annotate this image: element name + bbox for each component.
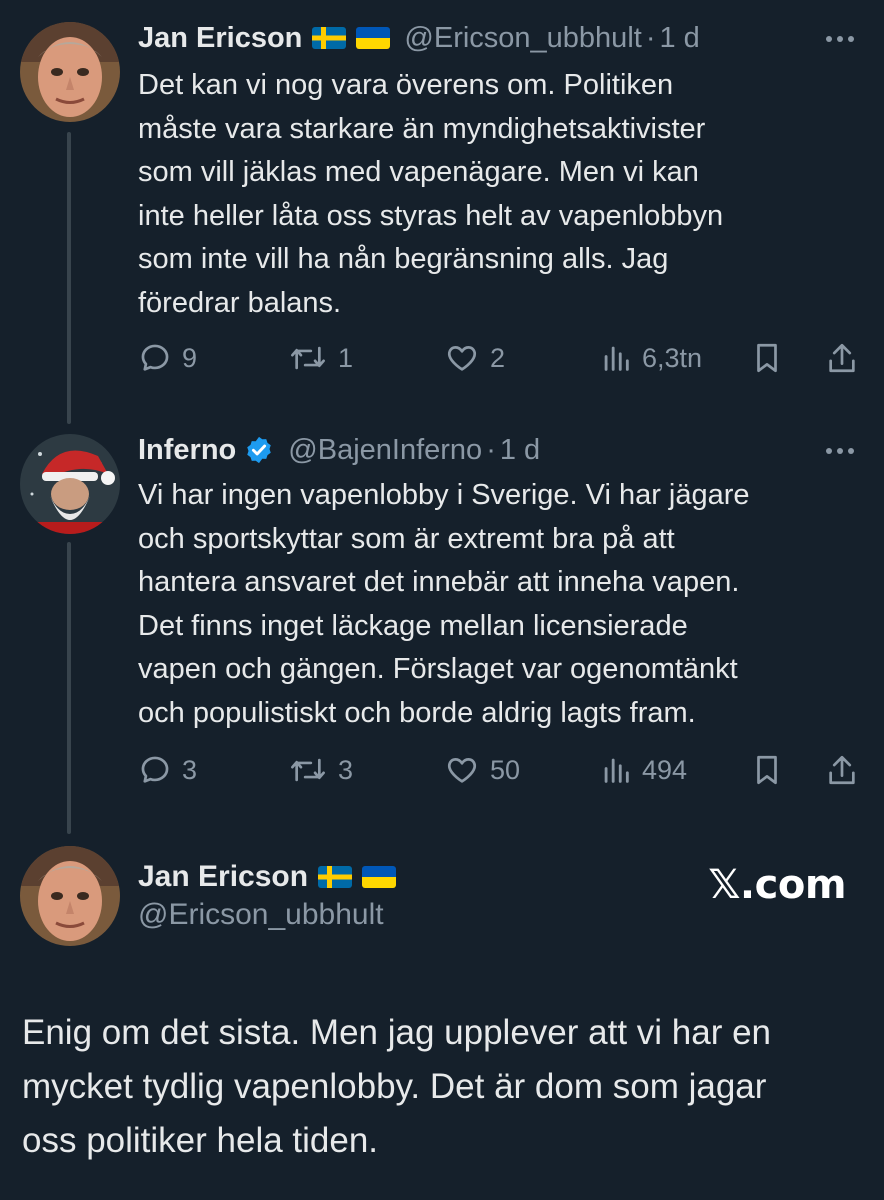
bookmark-button[interactable] [752,750,782,790]
reply-count: 9 [182,342,198,373]
separator-dot: · [645,21,656,54]
action-bar: 9 1 2 6,3tn [138,338,860,378]
retweet-button[interactable]: 1 [288,338,353,378]
action-bar: 3 3 50 494 [138,750,860,790]
tweet-text-line: oss politiker hela tiden. [22,1121,379,1160]
tweet-text-line: mycket tydlig vapenlobby. Det är dom som… [22,1067,767,1106]
author-row: Jan Ericson [138,858,397,896]
author-name[interactable]: Jan Ericson [138,22,302,55]
tweet-text-line: vapen och gängen. Förslaget var ogenomtä… [138,653,738,685]
reply-count: 3 [182,754,198,785]
tweet-text-line: som vill jäklas med vapenägare. Men vi k… [138,156,699,188]
tweet-text-line: och populistiskt och borde aldrig lagts … [138,696,696,729]
like-count: 50 [490,754,521,785]
reply-icon [141,344,169,371]
share-icon [829,755,855,785]
more-icon[interactable] [820,436,860,466]
tweet-text-line: som inte vill ha nån begränsning alls. J… [138,243,669,275]
tweet-header: Inferno @BajenInferno · 1 d [138,432,540,468]
avatar[interactable] [20,846,120,946]
author-handle[interactable]: @Ericson_ubbhult [404,22,641,55]
tweet-text-line: måste vara starkare än myndighetsaktivis… [138,112,706,145]
x-com-logo: 𝕏.com [708,862,846,908]
tweet-text-line: Det finns inget läckage mellan licensier… [138,609,688,642]
retweet-icon [291,758,325,782]
views-button[interactable]: 6,3tn [600,338,702,378]
tweet[interactable]: Inferno @BajenInferno · 1 d Vi har ingen… [0,420,884,840]
author-name[interactable]: Jan Ericson [138,860,308,894]
bookmark-icon [757,343,777,373]
like-button[interactable]: 50 [444,750,520,790]
reply-button[interactable]: 9 [138,338,197,378]
reply-button[interactable]: 3 [138,750,197,790]
avatar[interactable] [20,434,120,534]
views-button[interactable]: 494 [600,750,687,790]
views-icon [604,346,629,371]
share-button[interactable] [826,338,858,378]
retweet-count: 1 [338,342,354,373]
view-count: 494 [642,754,688,785]
tweet-text-line: Det kan vi nog vara överens om. Politike… [138,69,674,101]
ukraine-flag-icon [362,866,397,888]
view-count: 6,3tn [642,342,703,373]
tweet-text-line: Enig om det sista. Men jag upplever att … [22,1013,772,1052]
thread-screenshot: Jan Ericson @Ericson_ubbhult · 1 d Det k… [0,0,884,1200]
author-handle[interactable]: @BajenInferno [288,434,482,467]
sweden-flag-icon [312,27,347,49]
more-icon[interactable] [820,24,860,54]
tweet-text-line: föredrar balans. [138,286,342,319]
share-icon [829,343,855,373]
tweet-text-line: hantera ansvaret det innebär att inneha … [138,566,740,598]
like-button[interactable]: 2 [444,338,505,378]
retweet-button[interactable]: 3 [288,750,353,790]
like-icon [447,346,477,371]
like-icon [447,758,477,783]
reply-icon [141,756,169,783]
timestamp[interactable]: 1 d [660,22,700,55]
avatar[interactable] [20,22,120,122]
bookmark-button[interactable] [752,338,782,378]
share-button[interactable] [826,750,858,790]
tweet-text-line: Vi har ingen vapenlobby i Sverige. Vi ha… [138,479,750,511]
tweet-header: Jan Ericson @Ericson_ubbhult · 1 d [138,20,700,56]
bookmark-icon [757,755,777,785]
retweet-count: 3 [338,754,354,785]
author-handle[interactable]: @Ericson_ubbhult [138,898,384,932]
tweet-text-line: och sportskyttar som är extremt bra på a… [138,522,675,555]
focused-tweet-text: Enig om det sista. Men jag upplever att … [22,1006,862,1168]
tweet-text-line: inte heller låta oss styras helt av vape… [138,199,724,232]
verified-badge-icon [244,435,274,465]
ukraine-flag-icon [356,27,391,49]
timestamp[interactable]: 1 d [500,434,540,467]
views-icon [604,758,629,783]
sweden-flag-icon [318,866,353,888]
separator-dot: · [486,433,496,466]
like-count: 2 [490,342,506,373]
retweet-icon [291,346,325,370]
tweet-text: Vi har ingen vapenlobby i Sverige. Vi ha… [138,474,858,735]
author-name[interactable]: Inferno [138,434,236,467]
tweet-text: Det kan vi nog vara överens om. Politike… [138,64,858,325]
tweet[interactable]: Jan Ericson @Ericson_ubbhult · 1 d Det k… [0,0,884,420]
